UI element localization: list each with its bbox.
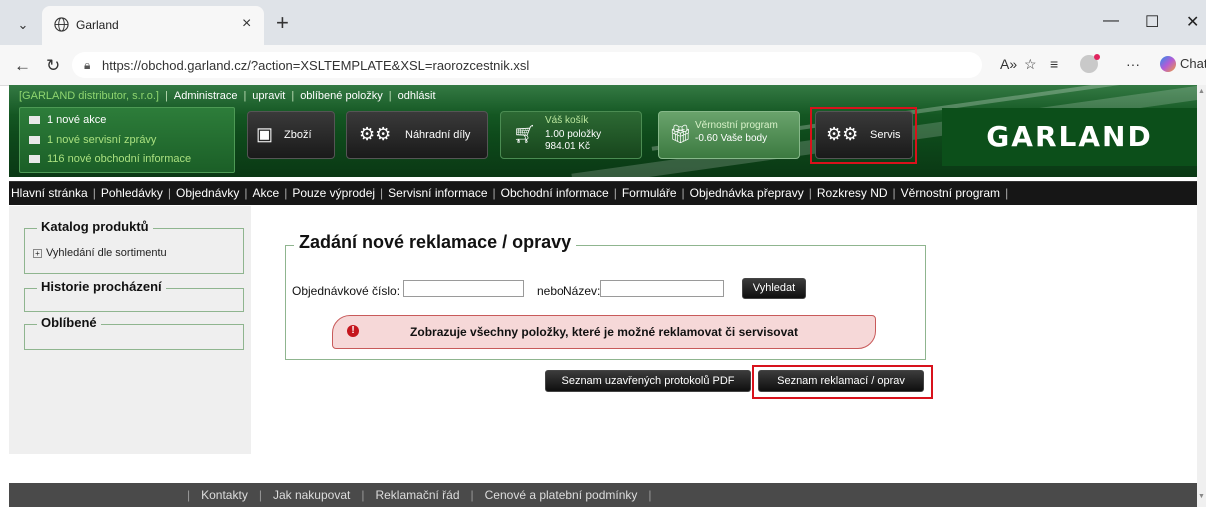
logout-link[interactable]: odhlásit bbox=[398, 90, 436, 102]
header-top-links: [GARLAND distributor, s.r.o.] | Administra… bbox=[19, 90, 436, 102]
highlight-claims-list bbox=[752, 365, 933, 399]
nav-receivables[interactable]: Pohledávky bbox=[101, 186, 163, 200]
garland-logo[interactable]: GARLAND bbox=[942, 108, 1197, 166]
messages-box: 1 nové akce 1 nové servisní zprávy 116 n… bbox=[19, 107, 235, 173]
name-label: Název: bbox=[563, 284, 601, 298]
envelope-icon bbox=[29, 116, 40, 125]
close-window-icon[interactable]: ✕ bbox=[1186, 12, 1199, 32]
box-icon: ▣ bbox=[256, 124, 274, 144]
cart-button[interactable]: 🛒︎ Váš košík 1.00 položky 984.01 Kč bbox=[500, 111, 642, 159]
url-text: https://obchod.garland.cz/?action=XSLTEM… bbox=[102, 58, 530, 73]
cart-icon: 🛒︎ bbox=[513, 124, 536, 144]
envelope-icon bbox=[29, 136, 40, 145]
favorite-items-link[interactable]: oblíbené položky bbox=[300, 90, 383, 102]
gears-icon: ⚙⚙ bbox=[359, 124, 392, 144]
scroll-up-icon[interactable]: ▲ bbox=[1198, 88, 1205, 95]
gift-icon: 🎁︎ bbox=[669, 124, 692, 144]
read-aloud-icon[interactable]: A» bbox=[1000, 56, 1017, 72]
copilot-icon[interactable] bbox=[1160, 56, 1176, 72]
nav-home[interactable]: Hlavní stránka bbox=[11, 186, 88, 200]
nav-clearance[interactable]: Pouze výprodej bbox=[292, 186, 375, 200]
footer-claims-policy[interactable]: Reklamační řád bbox=[375, 488, 459, 502]
new-claim-title: Zadání nové reklamace / opravy bbox=[294, 232, 577, 253]
nav-orders[interactable]: Objednávky bbox=[176, 186, 239, 200]
nav-forms[interactable]: Formuláře bbox=[622, 186, 677, 200]
more-menu-icon[interactable]: ··· bbox=[1126, 56, 1140, 72]
back-arrow-icon[interactable]: ← bbox=[14, 56, 31, 76]
company-link[interactable]: [GARLAND distributor, s.r.o.] bbox=[19, 90, 159, 102]
site-footer: | Kontakty | Jak nakupovat | Reklamační řád | C… bbox=[9, 483, 1197, 507]
name-input[interactable] bbox=[600, 280, 724, 297]
or-label: nebo bbox=[537, 284, 564, 298]
message-promotions[interactable]: 1 nové akce bbox=[29, 114, 106, 126]
order-number-label: Objednávkové číslo: bbox=[292, 284, 401, 298]
url-field[interactable]: 🔒︎ https://obchod.garland.cz/?action=XSL… bbox=[72, 52, 982, 78]
browser-tab-bar: ⌄ Garland × + — ☐ ✕ bbox=[0, 0, 1206, 45]
favorites-panel: Oblíbené bbox=[24, 315, 244, 350]
notification-dot bbox=[1094, 54, 1100, 60]
history-title: Historie procházení bbox=[37, 279, 166, 294]
maximize-icon[interactable]: ☐ bbox=[1145, 12, 1159, 32]
message-service[interactable]: 1 nové servisní zprávy bbox=[29, 134, 156, 146]
nav-loyalty[interactable]: Věrnostní program bbox=[901, 186, 1000, 200]
favorite-star-icon[interactable]: ☆ bbox=[1024, 56, 1037, 73]
info-alert: ! Zobrazuje všechny položky, které je mo… bbox=[332, 315, 876, 349]
order-number-input[interactable] bbox=[403, 280, 524, 297]
favorites-title: Oblíbené bbox=[37, 315, 101, 330]
expand-plus-icon[interactable]: + bbox=[33, 248, 42, 258]
nav-spare-part-drawings[interactable]: Rozkresy ND bbox=[817, 186, 888, 200]
closed-protocols-pdf-button[interactable]: Seznam uzavřených protokolů PDF bbox=[545, 370, 751, 392]
browser-tab[interactable]: Garland × bbox=[42, 6, 264, 45]
address-bar-row: ← ↻ 🔒︎ https://obchod.garland.cz/?action… bbox=[0, 45, 1206, 86]
tab-title: Garland bbox=[76, 18, 119, 32]
tab-list-chevron-icon[interactable]: ⌄ bbox=[10, 14, 36, 36]
envelope-icon bbox=[29, 155, 40, 164]
catalog-search-item[interactable]: + Vyhledání dle sortimentu bbox=[33, 247, 167, 259]
footer-contacts[interactable]: Kontakty bbox=[201, 488, 248, 502]
edit-link[interactable]: upravit bbox=[252, 90, 285, 102]
loyalty-program-button[interactable]: 🎁︎ Věrnostní program -0.60 Vaše body bbox=[658, 111, 800, 159]
refresh-icon[interactable]: ↻ bbox=[46, 56, 60, 76]
catalog-panel: Katalog produktů + Vyhledání dle sortimen… bbox=[24, 219, 244, 274]
goods-button[interactable]: ▣ Zboží bbox=[247, 111, 335, 159]
nav-business-info[interactable]: Obchodní informace bbox=[501, 186, 609, 200]
scroll-down-icon[interactable]: ▼ bbox=[1198, 493, 1205, 500]
nav-transport-order[interactable]: Objednávka přepravy bbox=[690, 186, 804, 200]
footer-how-to-buy[interactable]: Jak nakupovat bbox=[273, 488, 350, 502]
search-button[interactable]: Vyhledat bbox=[742, 278, 806, 299]
new-tab-icon[interactable]: + bbox=[276, 10, 289, 36]
spare-parts-button[interactable]: ⚙⚙ Náhradní díly bbox=[346, 111, 488, 159]
nav-promotions[interactable]: Akce bbox=[253, 186, 280, 200]
nav-service-info[interactable]: Servisní informace bbox=[388, 186, 487, 200]
admin-link[interactable]: Administrace bbox=[174, 90, 238, 102]
tab-close-icon[interactable]: × bbox=[242, 15, 251, 33]
minimize-icon[interactable]: — bbox=[1103, 12, 1119, 30]
globe-icon bbox=[54, 17, 69, 32]
chat-label[interactable]: Chat bbox=[1180, 56, 1206, 71]
page-scrollbar[interactable]: ▲ ▼ bbox=[1197, 85, 1206, 507]
main-navigation: Hlavní stránka | Pohledávky | Objednávky | Akc… bbox=[9, 181, 1197, 205]
footer-pricing-terms[interactable]: Cenové a platební podmínky bbox=[485, 488, 638, 502]
lock-icon: 🔒︎ bbox=[84, 58, 91, 72]
history-panel: Historie procházení bbox=[24, 279, 244, 312]
highlight-service bbox=[810, 107, 917, 164]
favorites-list-icon[interactable]: ≡ bbox=[1050, 56, 1058, 72]
catalog-title: Katalog produktů bbox=[37, 219, 153, 234]
message-business[interactable]: 116 nové obchodní informace bbox=[29, 153, 191, 165]
